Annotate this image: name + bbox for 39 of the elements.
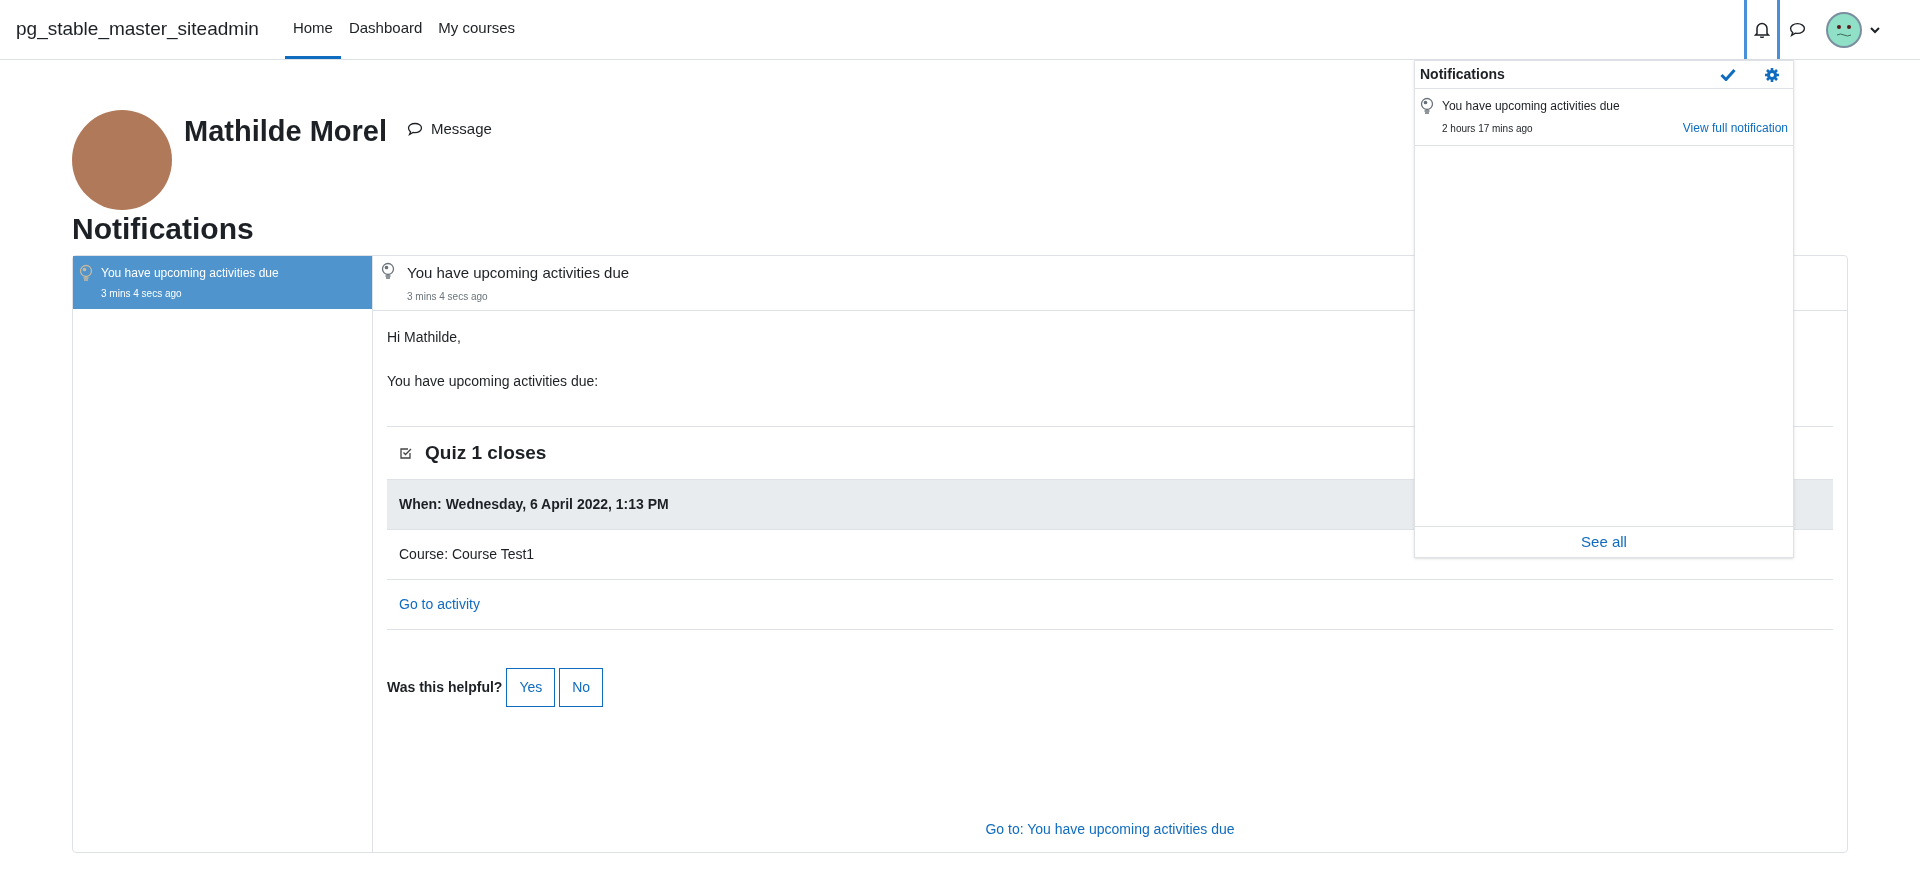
lightbulb-icon xyxy=(381,262,395,280)
view-full-notification-link[interactable]: View full notification xyxy=(1682,119,1788,137)
settings-icon xyxy=(1764,66,1780,83)
popover-notification-item[interactable]: You have upcoming activities due 2 hours 17 mins ago View full notification xyxy=(1415,89,1793,146)
notification-time: 2 hours 17 mins ago xyxy=(1442,121,1533,136)
notification-heading: You have upcoming activities due xyxy=(407,263,630,283)
message-link[interactable]: Message xyxy=(407,118,492,141)
chat-bubble-icon xyxy=(1788,21,1806,38)
notification-title: You have upcoming activities due xyxy=(101,265,279,282)
avatar-icon xyxy=(1826,11,1862,48)
notification-time: 3 mins 4 secs ago xyxy=(407,289,489,304)
nav-link[interactable]: My courses xyxy=(430,0,523,59)
event-title: Quiz 1 closes xyxy=(425,440,547,465)
checkbox-icon xyxy=(399,445,413,460)
nav-link[interactable]: Dashboard xyxy=(340,0,431,59)
feedback-button[interactable]: No xyxy=(559,668,604,707)
notification-time: 3 mins 4 secs ago xyxy=(101,287,183,301)
profile-name: Mathilde Morel xyxy=(184,114,387,149)
popover-title: Notifications xyxy=(1420,65,1505,84)
see-all-link[interactable]: See all xyxy=(1581,533,1627,550)
feedback-question: Was this helpful? xyxy=(387,678,503,697)
checkmark-icon xyxy=(1720,68,1736,81)
greeting-text: Hi Mathilde, xyxy=(387,327,462,347)
page-title: Notifications xyxy=(72,212,255,245)
lightbulb-icon xyxy=(1420,97,1434,115)
intro-text: You have upcoming activities due: xyxy=(387,371,600,391)
go-to-notification-link[interactable]: Go to: You have upcoming activities due xyxy=(985,821,1235,837)
notification-title: You have upcoming activities due xyxy=(1442,98,1621,115)
caret-down-icon xyxy=(1870,25,1880,34)
site-name[interactable]: pg_stable_master_siteadmin xyxy=(16,15,259,44)
nav-link[interactable]: Home xyxy=(284,0,341,59)
feedback-button[interactable]: Yes xyxy=(506,668,556,707)
chat-bubble-icon xyxy=(407,121,423,138)
go-to-activity-link[interactable]: Go to activity xyxy=(399,596,480,612)
lightbulb-icon xyxy=(79,264,93,282)
bell-icon xyxy=(1754,21,1770,38)
notification-list-item[interactable]: You have upcoming activities due 3 mins 4 secs ago xyxy=(73,256,372,309)
settings-button[interactable] xyxy=(1764,66,1780,83)
mark-all-read-button[interactable] xyxy=(1720,68,1736,81)
